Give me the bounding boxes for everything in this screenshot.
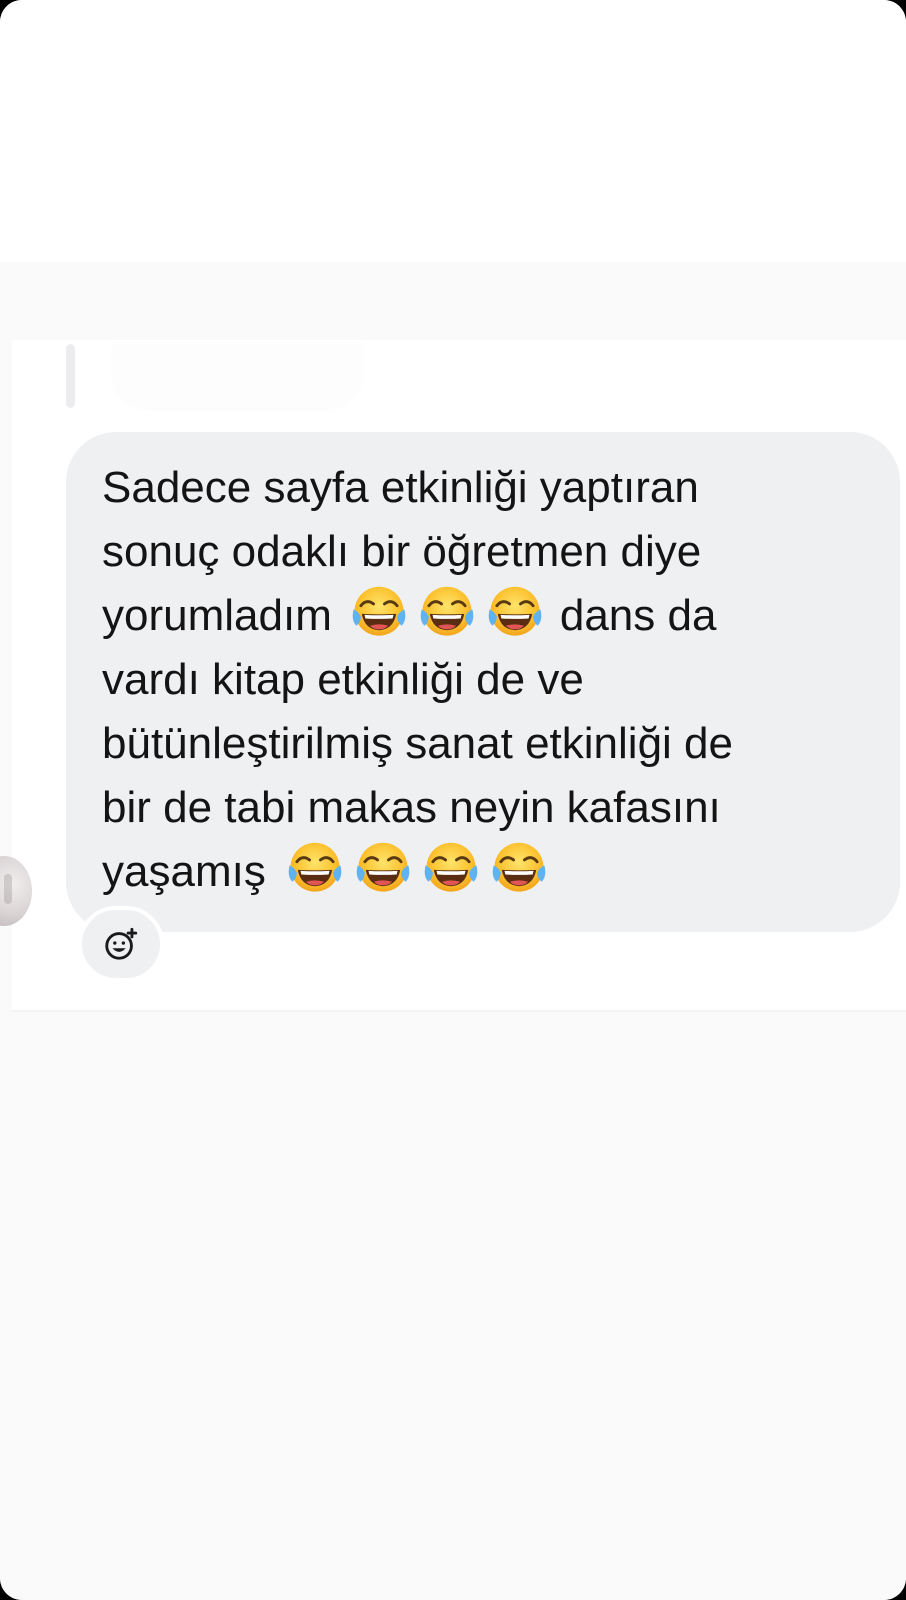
message-bubble[interactable]: Sadece sayfa etkinliği yaptıran sonuç od… bbox=[66, 432, 900, 932]
message-line-text: Sadece sayfa etkinliği yaptıran bbox=[102, 463, 699, 512]
message-line-text: yaşamış bbox=[102, 847, 266, 896]
replied-message-preview[interactable] bbox=[112, 342, 364, 408]
add-reaction-icon bbox=[102, 925, 140, 963]
message-line-text: bir de tabi makas neyin kafasını bbox=[102, 783, 721, 832]
message-line: yorumladım dans da bbox=[102, 584, 880, 648]
reply-indicator-bar bbox=[66, 344, 75, 408]
face-with-tears-of-joy-emoji bbox=[490, 840, 548, 898]
face-with-tears-of-joy-emoji bbox=[350, 584, 408, 642]
face-with-tears-of-joy-emoji bbox=[422, 840, 480, 898]
message-line: Sadece sayfa etkinliği yaptıran bbox=[102, 456, 880, 520]
face-with-tears-of-joy-emoji bbox=[418, 584, 476, 642]
message-line: sonuç odaklı bir öğretmen diye bbox=[102, 520, 880, 584]
message-line-text: sonuç odaklı bir öğretmen diye bbox=[102, 527, 702, 576]
message-text: Sadece sayfa etkinliği yaptıran sonuç od… bbox=[102, 456, 880, 904]
screenshot-page: Sadece sayfa etkinliği yaptıran sonuç od… bbox=[0, 0, 906, 1600]
message-line-text: vardı kitap etkinliği de ve bbox=[102, 655, 584, 704]
message-line: bir de tabi makas neyin kafasını bbox=[102, 776, 880, 840]
message-line-text: yorumladım bbox=[102, 591, 332, 640]
message-line-text: dans da bbox=[559, 591, 717, 640]
message-line-text: bütünleştirilmiş sanat etkinliği de bbox=[102, 719, 733, 768]
face-with-tears-of-joy-emoji bbox=[286, 840, 344, 898]
message-line: vardı kitap etkinliği de ve bbox=[102, 648, 880, 712]
message-line: bütünleştirilmiş sanat etkinliği de bbox=[102, 712, 880, 776]
message-line: yaşamış bbox=[102, 840, 880, 904]
add-reaction-button[interactable] bbox=[78, 906, 164, 982]
top-blank-area bbox=[0, 0, 906, 262]
face-with-tears-of-joy-emoji bbox=[486, 584, 544, 642]
bottom-blank-area bbox=[0, 1012, 906, 1600]
face-with-tears-of-joy-emoji bbox=[354, 840, 412, 898]
